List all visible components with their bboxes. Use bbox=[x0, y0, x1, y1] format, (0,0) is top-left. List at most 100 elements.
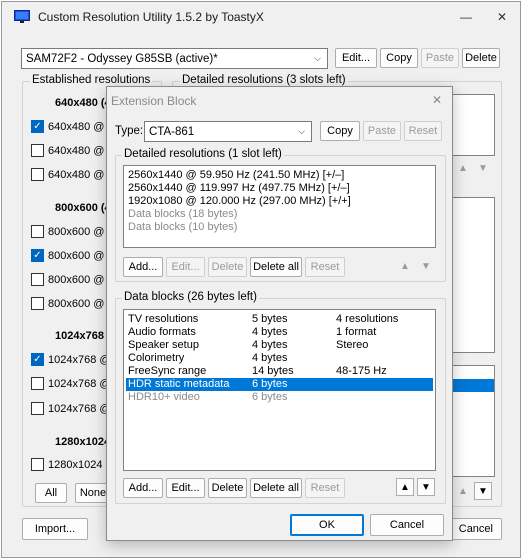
resolution-group-heading: 640x480 (4 bbox=[55, 97, 111, 109]
list-item[interactable]: 1920x1080 @ 120.000 Hz (297.00 MHz) [+/+… bbox=[128, 195, 428, 208]
edit-monitor-button[interactable]: Edit... bbox=[335, 48, 377, 68]
established-checkbox[interactable]: ✓ 1024x768 @ bbox=[31, 353, 111, 366]
block-size: 6 bytes bbox=[252, 391, 288, 403]
extension-blocks-list-lower[interactable] bbox=[450, 365, 495, 477]
block-name: FreeSync range bbox=[128, 365, 207, 377]
block-size: 4 bytes bbox=[252, 326, 288, 338]
list-item[interactable]: Data blocks (18 bytes) bbox=[128, 208, 428, 221]
block-size: 4 bytes bbox=[252, 352, 288, 364]
checkmark-icon: ✓ bbox=[31, 353, 44, 366]
paste-button[interactable]: Paste bbox=[363, 121, 401, 141]
move-up-button[interactable]: ▲ bbox=[454, 159, 472, 177]
delete-all-blocks-button[interactable]: Delete all bbox=[250, 478, 302, 498]
block-name: Audio formats bbox=[128, 326, 196, 338]
checkbox-box bbox=[31, 144, 44, 157]
checkbox-label: 640x480 @ 6 bbox=[48, 120, 114, 133]
chevron-down-icon: ⌵ bbox=[298, 126, 305, 136]
resolution-group-heading: 800x600 (4 bbox=[55, 202, 111, 214]
block-name: Speaker setup bbox=[128, 339, 199, 351]
add-block-button[interactable]: Add... bbox=[123, 478, 163, 498]
established-checkbox[interactable]: 640x480 @ 7 bbox=[31, 144, 114, 157]
detailed-resolutions-list[interactable] bbox=[450, 94, 495, 156]
reset-blocks-button[interactable]: Reset bbox=[305, 478, 345, 498]
dialog-cancel-button[interactable]: Cancel bbox=[370, 514, 444, 536]
add-detailed-button[interactable]: Add... bbox=[123, 257, 163, 277]
copy-button[interactable]: Copy bbox=[320, 121, 360, 141]
delete-block-button[interactable]: Delete bbox=[208, 478, 247, 498]
checkbox-label: 800x600 @ 7 bbox=[48, 297, 114, 310]
move-down-button[interactable]: ▼ bbox=[474, 482, 492, 500]
minimize-button[interactable]: — bbox=[448, 2, 484, 32]
selected-row[interactable] bbox=[450, 379, 494, 392]
checkbox-label: 1280x1024 ( bbox=[48, 458, 110, 471]
type-select[interactable]: CTA-861 ⌵ bbox=[144, 121, 312, 142]
detailed-resolutions-list[interactable]: 2560x1440 @ 59.950 Hz (241.50 MHz) [+/–]… bbox=[123, 165, 436, 248]
reset-button[interactable]: Reset bbox=[404, 121, 442, 141]
monitor-app-icon bbox=[14, 10, 30, 23]
extension-blocks-list[interactable] bbox=[450, 197, 495, 353]
monitor-select-value: SAM72F2 - Odyssey G85SB (active)* bbox=[26, 52, 218, 65]
block-size: 6 bytes bbox=[252, 378, 288, 390]
detailed-resolutions-label: Detailed resolutions (1 slot left) bbox=[122, 148, 284, 160]
extension-block-dialog: Extension Block ✕ Type: CTA-861 ⌵ Copy P… bbox=[106, 86, 453, 541]
established-checkbox[interactable]: 1024x768 @ bbox=[31, 377, 111, 390]
all-button[interactable]: All bbox=[35, 483, 67, 503]
move-up-button[interactable]: ▲ bbox=[396, 478, 414, 496]
established-checkbox[interactable]: 800x600 @ 5 bbox=[31, 225, 114, 238]
delete-detailed-button[interactable]: Delete bbox=[208, 257, 247, 277]
move-up-button[interactable]: ▲ bbox=[454, 482, 472, 500]
established-checkbox[interactable]: 1280x1024 ( bbox=[31, 458, 109, 471]
checkbox-label: 640x480 @ 7 bbox=[48, 144, 114, 157]
table-row[interactable]: Speaker setup 4 bytes Stereo bbox=[126, 339, 433, 352]
block-info: 1 format bbox=[336, 326, 377, 338]
reset-detailed-button[interactable]: Reset bbox=[305, 257, 345, 277]
paste-monitor-button[interactable]: Paste bbox=[421, 48, 459, 68]
delete-all-detailed-button[interactable]: Delete all bbox=[250, 257, 302, 277]
established-checkbox[interactable]: ✓ 640x480 @ 6 bbox=[31, 120, 114, 133]
block-name: HDR static metadata bbox=[128, 378, 230, 390]
checkbox-label: 1024x768 @ bbox=[48, 377, 111, 390]
established-checkbox[interactable]: ✓ 800x600 @ 6 bbox=[31, 249, 114, 262]
data-blocks-list[interactable]: TV resolutions 5 bytes 4 resolutions Aud… bbox=[123, 309, 436, 471]
table-row[interactable]: Audio formats 4 bytes 1 format bbox=[126, 326, 433, 339]
edit-block-button[interactable]: Edit... bbox=[166, 478, 205, 498]
established-checkbox[interactable]: 800x600 @ 7 bbox=[31, 297, 114, 310]
checkmark-icon: ✓ bbox=[31, 120, 44, 133]
type-label: Type: bbox=[115, 125, 144, 137]
monitor-select[interactable]: SAM72F2 - Odyssey G85SB (active)* ⌵ bbox=[21, 48, 328, 69]
ok-button[interactable]: OK bbox=[290, 514, 364, 536]
copy-monitor-button[interactable]: Copy bbox=[380, 48, 418, 68]
checkbox-label: 640x480 @ 7 bbox=[48, 168, 114, 181]
move-down-button[interactable]: ▼ bbox=[417, 257, 435, 275]
table-row[interactable]: HDR10+ video 6 bytes bbox=[126, 391, 433, 404]
import-button[interactable]: Import... bbox=[22, 518, 88, 540]
detailed-resolutions-label: Detailed resolutions (3 slots left) bbox=[180, 74, 348, 86]
resolution-group-heading: 1024x768 bbox=[55, 330, 104, 342]
checkbox-box bbox=[31, 458, 44, 471]
move-down-button[interactable]: ▼ bbox=[474, 159, 492, 177]
delete-monitor-button[interactable]: Delete bbox=[462, 48, 500, 68]
block-info: Stereo bbox=[336, 339, 369, 351]
move-down-button[interactable]: ▼ bbox=[417, 478, 435, 496]
close-window-button[interactable]: ✕ bbox=[484, 2, 520, 32]
checkbox-label: 800x600 @ 6 bbox=[48, 249, 114, 262]
move-up-button[interactable]: ▲ bbox=[396, 257, 414, 275]
established-checkbox[interactable]: 640x480 @ 7 bbox=[31, 168, 114, 181]
table-row[interactable]: FreeSync range 14 bytes 48-175 Hz bbox=[126, 365, 433, 378]
list-item[interactable]: 2560x1440 @ 59.950 Hz (241.50 MHz) [+/–] bbox=[128, 169, 428, 182]
checkbox-box bbox=[31, 225, 44, 238]
checkbox-box bbox=[31, 297, 44, 310]
table-row-selected[interactable]: HDR static metadata 6 bytes bbox=[126, 378, 433, 391]
table-row[interactable]: Colorimetry 4 bytes bbox=[126, 352, 433, 365]
block-name: HDR10+ video bbox=[128, 391, 200, 403]
list-item[interactable]: Data blocks (10 bytes) bbox=[128, 221, 428, 234]
resolution-group-heading: 1280x1024 bbox=[55, 436, 111, 448]
title-bar[interactable]: Custom Resolution Utility 1.5.2 by Toast… bbox=[2, 2, 520, 32]
close-dialog-button[interactable]: ✕ bbox=[420, 87, 454, 113]
data-blocks-label: Data blocks (26 bytes left) bbox=[122, 291, 259, 303]
established-checkbox[interactable]: 1024x768 @ bbox=[31, 402, 111, 415]
established-checkbox[interactable]: 800x600 @ 7 bbox=[31, 273, 114, 286]
list-item[interactable]: 2560x1440 @ 119.997 Hz (497.75 MHz) [+/–… bbox=[128, 182, 428, 195]
table-row[interactable]: TV resolutions 5 bytes 4 resolutions bbox=[126, 313, 433, 326]
edit-detailed-button[interactable]: Edit... bbox=[166, 257, 205, 277]
